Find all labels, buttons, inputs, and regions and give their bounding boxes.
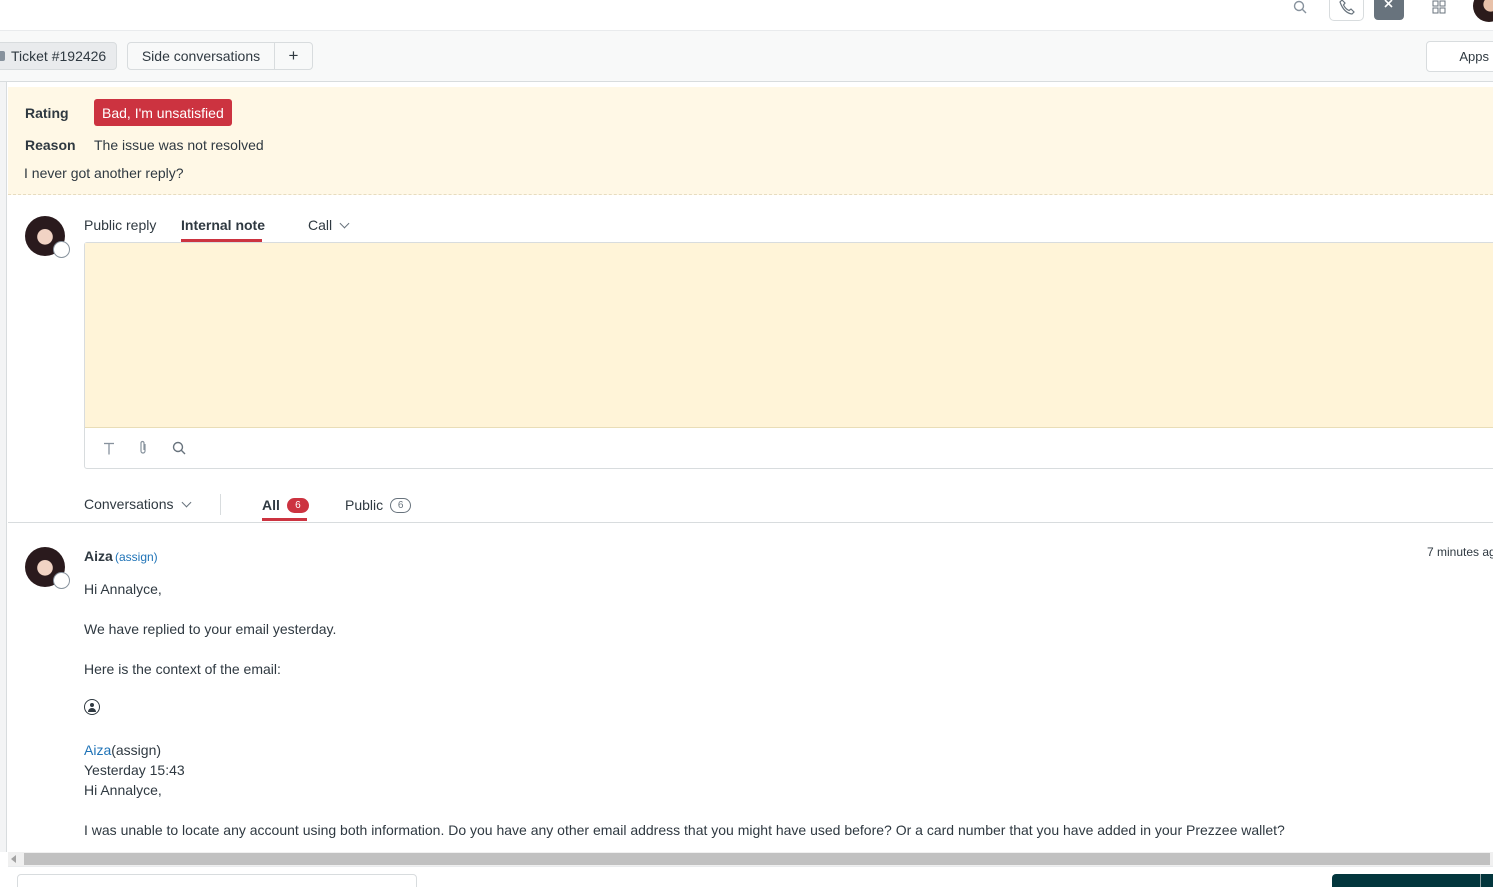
satisfaction-comment: I never got another reply? [24,165,184,181]
rating-label: Rating [25,105,69,121]
filter-all-count: 6 [286,497,309,513]
satisfaction-rating-panel: Rating Bad, I'm unsatisfied Reason The i… [8,87,1493,195]
chevron-down-icon [181,497,191,507]
agent-avatar [25,216,70,258]
entry-greeting: Hi Annalyce, [84,581,162,597]
quoted-greeting: Hi Annalyce, [84,782,162,798]
quoted-timestamp: Yesterday 15:43 [84,762,185,778]
rating-badge: Bad, I'm unsatisfied [94,99,232,126]
tab-call[interactable]: Call [308,217,350,233]
quoted-header: Aiza(assign) [84,742,161,758]
add-side-conversation-button[interactable]: + [274,42,313,70]
knowledge-search-icon[interactable] [171,440,187,456]
entry-timestamp: 7 minutes ago [1427,545,1493,559]
internal-note-textarea[interactable] [85,243,1493,428]
author-avatar [25,547,70,589]
attachment-icon[interactable] [135,440,151,456]
comment-editor [84,242,1493,469]
quoted-assign: (assign) [111,742,162,758]
divider [220,494,221,515]
scroll-left-arrow-icon[interactable] [11,855,16,863]
filter-public-tab[interactable]: Public 6 [345,497,412,513]
reason-value: The issue was not resolved [94,137,264,153]
horizontal-scrollbar[interactable] [8,852,1493,866]
macro-selector[interactable] [17,874,417,887]
scrollbar-thumb[interactable] [24,853,1490,865]
conversations-label: Conversations [84,496,174,512]
reason-label: Reason [25,137,76,153]
filter-all-tab[interactable]: All 6 [262,497,309,513]
entry-line: We have replied to your email yesterday. [84,621,337,637]
assign-link[interactable]: (assign) [115,550,158,564]
quoted-author-link[interactable]: Aiza [84,742,111,758]
entry-line: Here is the context of the email: [84,661,281,677]
top-bar [0,0,1493,31]
search-icon[interactable] [1290,0,1310,17]
entry-author[interactable]: Aiza [84,548,113,564]
text-format-icon[interactable] [101,440,117,456]
divider [8,522,1493,523]
active-filter-indicator [262,518,307,521]
conversations-dropdown[interactable]: Conversations [84,496,191,512]
chat-close-icon[interactable] [1374,0,1404,20]
filter-public-count: 6 [390,497,412,513]
tab-ticket[interactable]: Ticket #192426 [0,42,117,70]
tab-internal-note[interactable]: Internal note [181,217,265,233]
apps-button[interactable]: Apps [1426,41,1493,72]
phone-icon[interactable] [1329,0,1364,21]
tab-public-reply[interactable]: Public reply [84,217,156,233]
tab-bar: Ticket #192426 Side conversations + Apps [0,31,1493,82]
submit-button[interactable] [1332,874,1493,887]
user-avatar[interactable] [1473,0,1493,22]
quoted-body: I was unable to locate any account using… [84,822,1285,838]
tab-call-label: Call [308,217,333,233]
filter-public-label: Public [345,497,384,513]
left-panel-scroller[interactable] [0,82,7,852]
chevron-down-icon [339,218,350,228]
tab-side-conversations[interactable]: Side conversations [127,42,275,70]
grid-icon[interactable] [1428,0,1450,18]
filter-all-label: All [262,497,280,513]
person-icon [84,699,100,715]
